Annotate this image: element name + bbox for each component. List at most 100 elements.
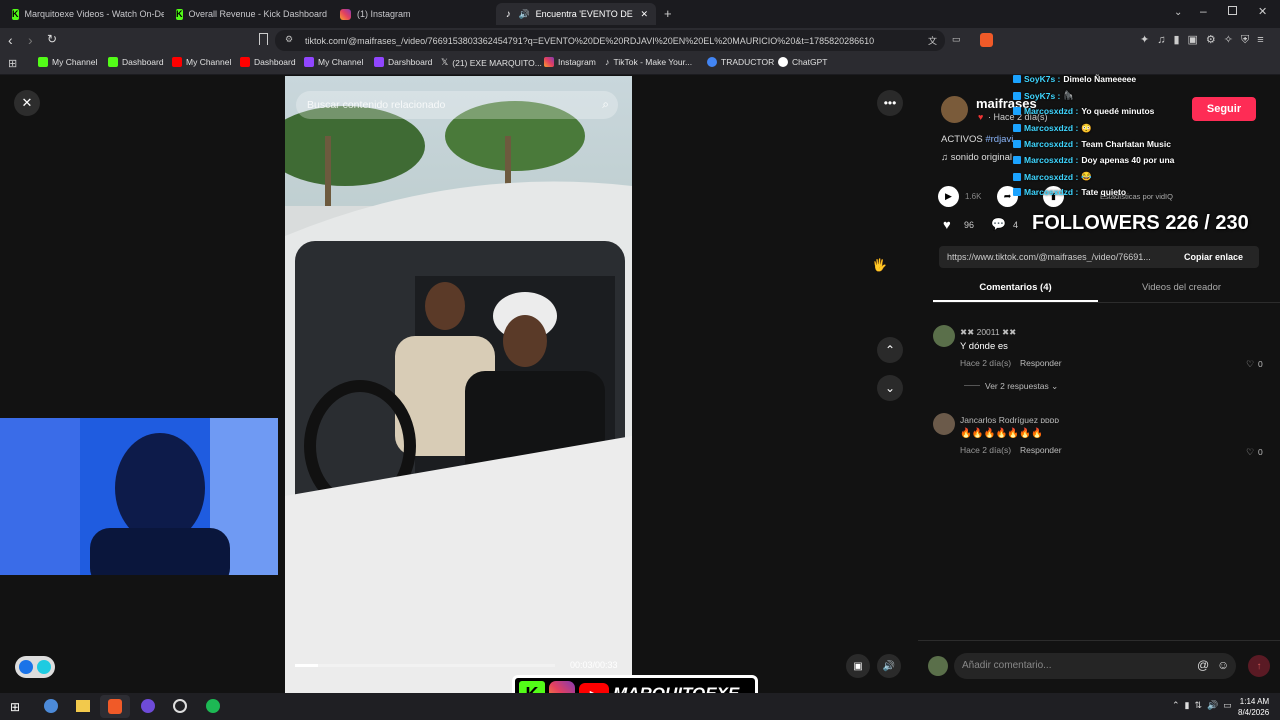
reply-button[interactable]: Responder <box>1020 445 1062 455</box>
chat-user: SoyK7s : <box>1024 74 1061 84</box>
brave-icon[interactable] <box>108 699 122 714</box>
tab-overall-revenue[interactable]: K Overall Revenue - Kick Dashboard <box>168 3 328 25</box>
sound-link[interactable]: ♫ sonido original <box>941 152 1012 163</box>
video-link[interactable]: https://www.tiktok.com/@maifrases_/video… <box>947 252 1172 262</box>
comment-like-icon[interactable]: ♡ <box>1246 359 1254 370</box>
comment-like-icon[interactable]: ♡ <box>1246 447 1254 458</box>
webcam-overlay <box>0 418 278 575</box>
extensions-icons[interactable]: ✦♫▮▣⚙✧⛨≡ <box>1140 33 1272 47</box>
divider <box>933 302 1280 303</box>
comment-avatar[interactable] <box>933 325 955 347</box>
chat-message: Marcosxdzd : 😂 <box>1013 171 1092 182</box>
comment-author[interactable]: ✖✖ 20011 ✖✖ <box>960 327 1016 338</box>
tab-comments[interactable]: Comentarios (4) <box>933 282 1098 293</box>
youtube-icon <box>172 57 182 67</box>
chat-user: Marcosxdzd : <box>1024 171 1079 182</box>
cast-icon[interactable]: ▭ <box>952 34 961 45</box>
comment-input[interactable]: Añadir comentario... @ ☺ <box>954 653 1236 679</box>
extension-toggle[interactable] <box>15 656 55 678</box>
mouse-cursor: 🖐 <box>872 258 887 272</box>
obs-icon[interactable] <box>173 699 187 713</box>
x-icon: 𝕏 <box>441 57 449 67</box>
volume-button[interactable]: 🔊 <box>877 654 901 678</box>
comment-avatar[interactable] <box>933 413 955 435</box>
bookmark-dashboard-kick[interactable]: Dashboard <box>108 57 164 67</box>
copy-link-button[interactable]: Copiar enlace <box>1184 252 1243 262</box>
send-comment-button[interactable]: ↑ <box>1248 655 1270 677</box>
minimize-button[interactable]: – <box>1200 4 1207 18</box>
bookmark-chatgpt[interactable]: ChatGPT <box>778 57 827 67</box>
url-field[interactable]: tiktok.com/@maifrases_/video/76691538033… <box>275 30 945 51</box>
video-progress-fill <box>295 664 319 667</box>
comments-count: 4 <box>1013 220 1019 230</box>
system-tray-icons[interactable]: ⌃▮⇅🔊▭ <box>1172 700 1237 711</box>
previous-video-button[interactable]: ⌃ <box>877 337 903 363</box>
mention-icon[interactable]: @ <box>1197 658 1209 672</box>
pip-button[interactable]: ▣ <box>846 654 870 678</box>
comment-icon[interactable]: 💬 <box>991 217 1006 231</box>
bookmark-my-channel-twitch[interactable]: My Channel <box>304 57 363 67</box>
forward-icon[interactable]: › <box>28 32 33 48</box>
apps-grid-icon[interactable]: ⊞ <box>8 57 17 70</box>
emoji-icon[interactable]: ☺ <box>1217 658 1229 672</box>
next-video-button[interactable]: ⌄ <box>877 375 903 401</box>
twitch-icon <box>304 57 314 67</box>
close-video-button[interactable]: ✕ <box>14 90 40 116</box>
bookmark-my-channel-kick[interactable]: My Channel <box>38 57 97 67</box>
chat-text: 😂 <box>1081 171 1092 182</box>
search-icon[interactable]: ⌕ <box>602 97 609 112</box>
bookmarks-bar: ⊞ My Channel Dashboard My Channel Dashbo… <box>0 53 1280 75</box>
comment-author[interactable]: Jancarlos Rodríguez ᴅᴅᴅᴅ <box>960 415 1059 425</box>
like-icon[interactable]: ♥ <box>943 217 951 232</box>
play-icon[interactable]: ▶ <box>938 186 959 207</box>
tab-instagram[interactable]: (1) Instagram <box>332 3 492 25</box>
reply-button[interactable]: Responder <box>1020 358 1062 368</box>
chat-badge-icon <box>1013 107 1021 116</box>
site-info-icon[interactable]: ⚙ <box>285 34 293 45</box>
bookmark-tiktok[interactable]: ♪ TikTok - Make Your... <box>605 57 692 67</box>
google-icon <box>707 57 717 67</box>
restore-button[interactable] <box>1228 6 1237 15</box>
chat-text: Dimelo Ñameeeee <box>1063 74 1137 84</box>
tab-tiktok-active[interactable]: ♪🔊Encuentra 'EVENTO DE RDJAV✕ <box>496 3 656 25</box>
file-explorer-icon[interactable] <box>76 700 90 712</box>
brave-shield-icon[interactable] <box>980 33 993 47</box>
bookmark-darshboard-twitch[interactable]: Darshboard <box>374 57 432 67</box>
reload-icon[interactable]: ↻ <box>47 32 57 46</box>
speaker-icon: 🔊 <box>518 8 530 19</box>
video-progress-track[interactable] <box>295 664 555 667</box>
close-tab-icon[interactable]: ✕ <box>640 9 648 20</box>
hashtag-link[interactable]: #rdjavi <box>985 134 1013 145</box>
bookmark-my-channel-youtube[interactable]: My Channel <box>172 57 231 67</box>
bookmark-dashboard-youtube[interactable]: Dashboard <box>240 57 296 67</box>
chat-message: Marcosxdzd : Yo quedé minutos <box>1013 106 1154 116</box>
windows-start-icon[interactable]: ⊞ <box>10 700 20 714</box>
video-frame-image <box>285 76 632 693</box>
copilot-icon[interactable] <box>44 699 58 713</box>
bookmark-traductor[interactable]: TRADUCTOR <box>707 57 774 67</box>
video-player[interactable]: 00:03/00:33 <box>285 76 632 693</box>
comment-time: Hace 2 día(s) <box>960 445 1012 455</box>
chat-text: Doy apenas 40 por una <box>1081 155 1175 165</box>
comment-likes: 0 <box>1258 359 1263 369</box>
back-icon[interactable]: ‹ <box>8 32 13 48</box>
chat-user: Marcosxdzd : <box>1024 106 1079 117</box>
avatar[interactable] <box>941 96 968 123</box>
tab-marquitoexe-videos[interactable]: K Marquitoexe Videos - Watch On-Dem <box>4 3 164 25</box>
spotify-icon[interactable] <box>206 699 220 713</box>
close-window-button[interactable]: ✕ <box>1258 5 1267 18</box>
related-search-input[interactable]: Buscar contenido relacionado ⌕ <box>296 91 618 119</box>
view-replies-button[interactable]: Ver 2 respuestas ⌄ <box>985 381 1058 392</box>
translate-icon[interactable]: 文 <box>928 34 937 47</box>
bookmark-instagram[interactable]: Instagram <box>544 57 596 67</box>
more-options-button[interactable]: ••• <box>877 90 903 116</box>
follow-button[interactable]: Seguir <box>1192 97 1256 121</box>
tab-list-icon[interactable]: ⌄ <box>1174 7 1182 18</box>
new-tab-button[interactable]: + <box>664 6 672 21</box>
bookmark-x[interactable]: 𝕏 (21) EXE MARQUITO... <box>441 57 542 68</box>
clock[interactable]: 1:14 AM 8/4/2026 <box>1238 696 1269 718</box>
tab-creator-videos[interactable]: Videos del creador <box>1100 282 1263 293</box>
discord-icon[interactable] <box>141 699 155 713</box>
address-bar: ‹ › ↻ tiktok.com/@maifrases_/video/76691… <box>0 28 1280 53</box>
bookmark-icon[interactable] <box>259 33 268 45</box>
